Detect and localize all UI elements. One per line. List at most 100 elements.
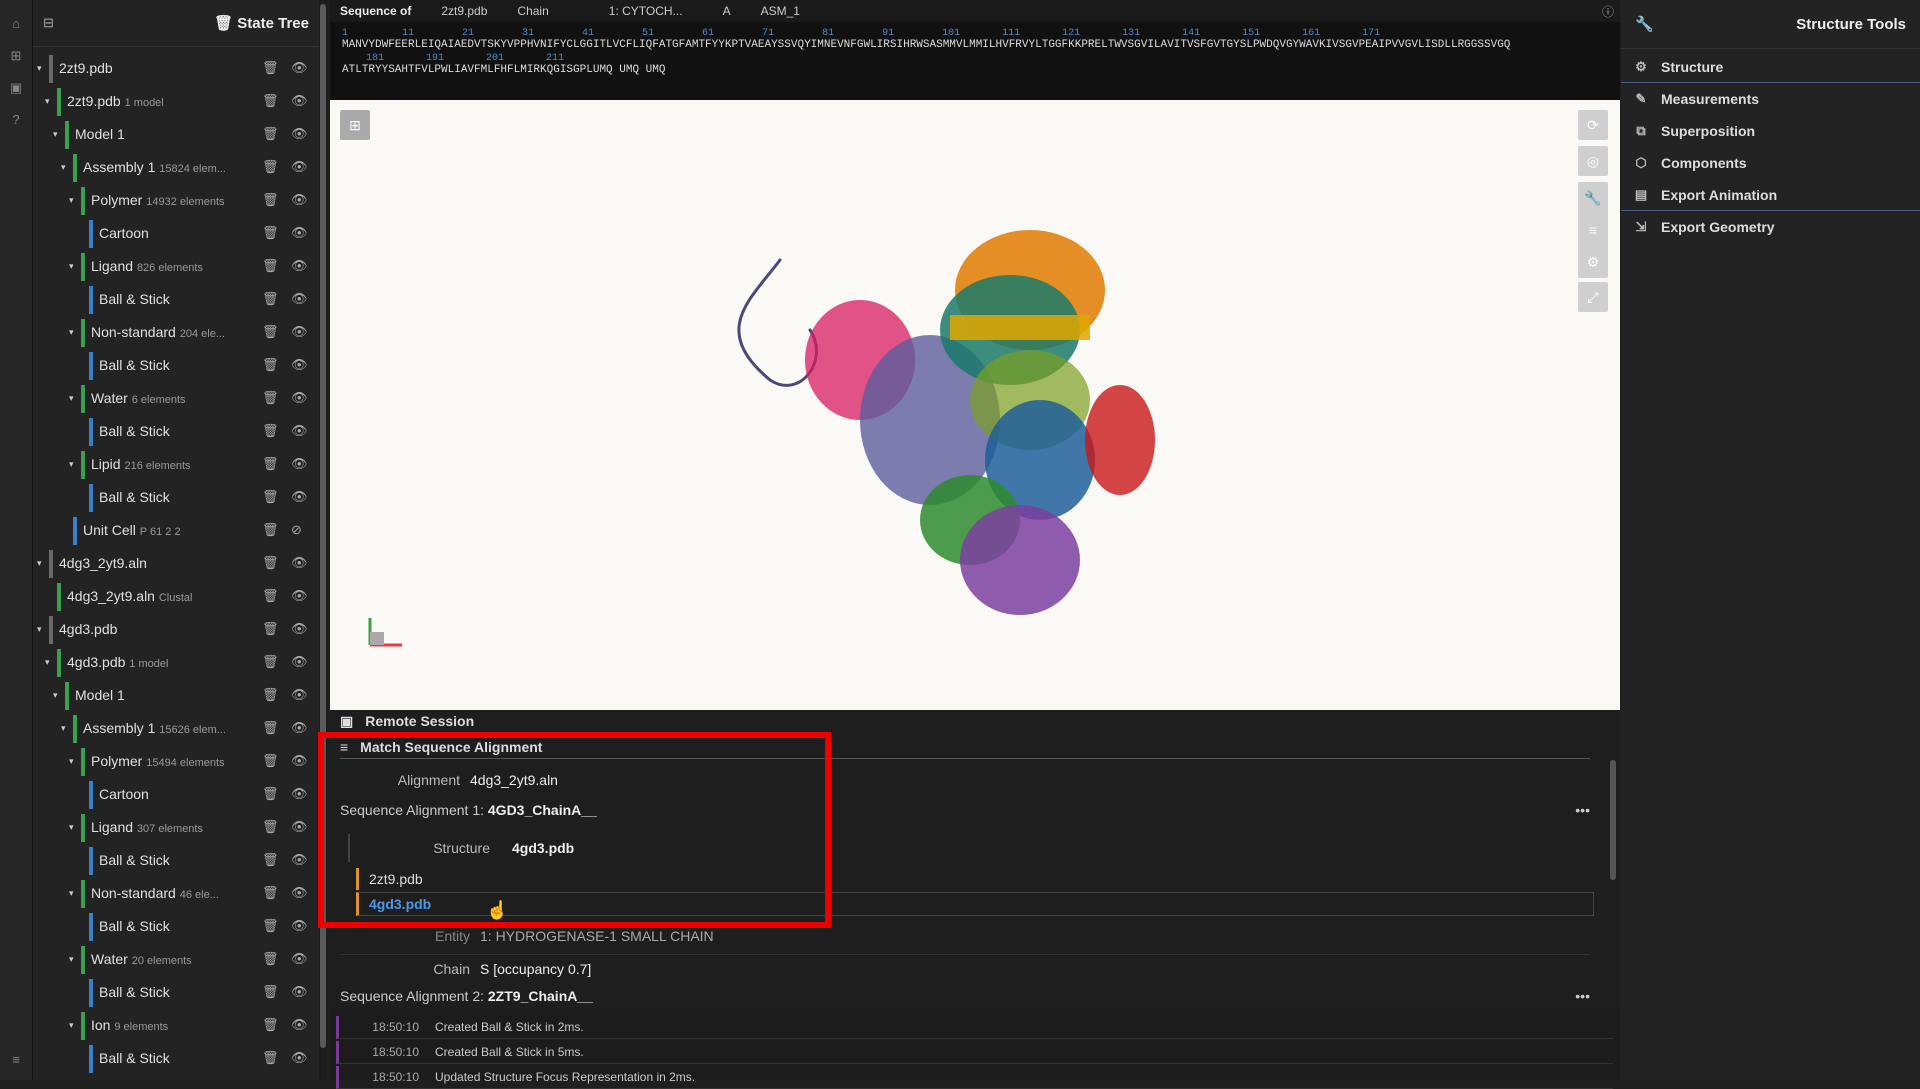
delete-icon[interactable]: 🗑 [262,159,279,175]
delete-icon[interactable]: 🗑 [262,93,279,109]
tree-node[interactable]: Ball & Stick 🗑 👁 [33,1042,319,1074]
sequence-view[interactable]: 1 11 21 31 41 51 61 71 81 91 101 111 121… [330,22,1620,100]
chevron-down-icon[interactable]: ▾ [61,162,66,173]
sequence-entity-select[interactable]: 1: CYTOCH... [609,4,683,18]
chevron-down-icon[interactable]: ▾ [45,657,50,668]
more-options-icon[interactable]: ••• [1575,802,1590,818]
tool-export-animation[interactable]: ▤ Export Animation [1621,179,1920,211]
sequence-structure-select[interactable]: 2zt9.pdb [441,4,487,18]
tree-node[interactable]: Ball & Stick 🗑 👁 [33,283,319,315]
chevron-down-icon[interactable]: ▾ [69,195,74,206]
tree-node[interactable]: ▾ 2zt9.pdb 1 model 🗑 👁 [33,85,319,117]
delete-icon[interactable]: 🗑 [262,357,279,373]
tool-measurements[interactable]: ✎ Measurements [1621,83,1920,114]
delete-icon[interactable]: 🗑 [262,489,279,505]
tree-node[interactable]: ▾ Polymer 14932 elements 🗑 👁 [33,184,319,216]
eye-icon[interactable]: 👁 [291,1050,309,1066]
tree-node[interactable]: Unit Cell P 61 2 2 🗑 ⊘ [33,514,319,546]
tree-node[interactable]: Ball & Stick 🗑 👁 [33,910,319,942]
sequence-alignment-2-row[interactable]: Sequence Alignment 2: 2ZT9_ChainA__ ••• [340,988,1590,1010]
remote-session-row[interactable]: ▣ Remote Session [340,710,474,732]
eye-icon[interactable]: 👁 [291,555,309,571]
chevron-down-icon[interactable]: ▾ [45,96,50,107]
tool-structure[interactable]: ⚙ Structure [1621,51,1920,83]
eye-icon[interactable]: 👁 [291,390,309,406]
eye-icon[interactable]: 👁 [291,753,309,769]
tree-node[interactable]: Ball & Stick 🗑 👁 [33,349,319,381]
delete-icon[interactable]: 🗑 [262,225,279,241]
delete-icon[interactable]: 🗑 [262,819,279,835]
eye-icon[interactable]: 👁 [291,159,309,175]
delete-icon[interactable]: 🗑 [262,588,279,604]
help-icon[interactable]: ? [8,112,24,128]
delete-icon[interactable]: 🗑 [262,918,279,934]
chevron-down-icon[interactable]: ▾ [53,129,58,140]
save-icon[interactable]: ▣ [8,80,24,96]
tree-node[interactable]: Ball & Stick 🗑 👁 [33,481,319,513]
chevron-down-icon[interactable]: ▾ [69,888,74,899]
delete-icon[interactable]: 🗑 [262,522,279,538]
eye-off-icon[interactable]: ⊘ [291,522,309,538]
eye-icon[interactable]: 👁 [291,1017,309,1033]
eye-icon[interactable]: 👁 [291,324,309,340]
eye-icon[interactable]: 👁 [291,423,309,439]
tree-node[interactable]: ▾ Non-standard 204 ele... 🗑 👁 [33,316,319,348]
delete-icon[interactable]: 🗑 [262,60,279,76]
eye-icon[interactable]: 👁 [291,588,309,604]
tree-node[interactable]: ▾ Non-standard 46 ele... 🗑 👁 [33,877,319,909]
tree-node[interactable]: ▾ Assembly 1 15824 elem... 🗑 👁 [33,151,319,183]
tree-node[interactable]: ▾ Model 1 🗑 👁 [33,679,319,711]
tool-superposition[interactable]: ⧉ Superposition [1621,115,1920,146]
eye-icon[interactable]: 👁 [291,456,309,472]
delete-icon[interactable]: 🗑 [262,852,279,868]
tree-node[interactable]: Ball & Stick 🗑 👁 [33,415,319,447]
protein-structure-render[interactable] [330,100,1620,710]
delete-icon[interactable]: 🗑 [262,687,279,703]
sequence-residues-2[interactable]: ATLTRYYSAHTFVLPWLIAVFMLFHFLMIRKQGISGPLUM… [342,64,1608,78]
eye-icon[interactable]: 👁 [291,786,309,802]
eye-icon[interactable]: 👁 [291,951,309,967]
eye-icon[interactable]: 👁 [291,192,309,208]
chevron-down-icon[interactable]: ▾ [69,261,74,272]
tree-node[interactable]: ▾ Assembly 1 15626 elem... 🗑 👁 [33,712,319,744]
tree-node[interactable]: ▾ 4gd3.pdb 🗑 👁 [33,613,319,645]
chevron-down-icon[interactable]: ▾ [61,723,66,734]
eye-icon[interactable]: 👁 [291,819,309,835]
delete-icon[interactable]: 🗑 [262,423,279,439]
tree-node[interactable]: ▾ Water 6 elements 🗑 👁 [33,382,319,414]
sequence-chain-select[interactable]: A [723,4,731,18]
entity-select[interactable]: 1: HYDROGENASE-1 SMALL CHAIN [480,928,714,944]
delete-icon[interactable]: 🗑 [262,258,279,274]
delete-icon[interactable]: 🗑 [262,324,279,340]
eye-icon[interactable]: 👁 [291,291,309,307]
tree-node[interactable]: ▾ Model 1 🗑 👁 [33,118,319,150]
delete-icon[interactable]: 🗑 [262,126,279,142]
eye-icon[interactable]: 👁 [291,984,309,1000]
eye-icon[interactable]: 👁 [291,60,309,76]
chevron-down-icon[interactable]: ▾ [53,690,58,701]
chevron-down-icon[interactable]: ▾ [69,954,74,965]
3d-viewport[interactable]: ⊞ ⟳ ◎ 🔧 ≡ ⚙ ⤢ [330,100,1620,710]
delete-icon[interactable]: 🗑 [262,456,279,472]
eye-icon[interactable]: 👁 [291,621,309,637]
panel-scrollbar[interactable] [1610,760,1616,880]
delete-icon[interactable]: 🗑 [262,885,279,901]
delete-icon[interactable]: 🗑 [262,951,279,967]
tree-node[interactable]: ▾ Polymer 15494 elements 🗑 👁 [33,745,319,777]
tree-node[interactable]: Cartoon 🗑 👁 [33,778,319,810]
eye-icon[interactable]: 👁 [291,720,309,736]
tree-node[interactable]: ▾ 4dg3_2yt9.aln 🗑 👁 [33,547,319,579]
eye-icon[interactable]: 👁 [291,93,309,109]
eye-icon[interactable]: 👁 [291,126,309,142]
help-circle-icon[interactable]: ⓘ [1602,3,1614,20]
delete-icon[interactable]: 🗑 [262,654,279,670]
tree-node[interactable]: ▾ Water 20 elements 🗑 👁 [33,943,319,975]
delete-icon[interactable]: 🗑 [262,786,279,802]
tree-node[interactable]: ▾ Ligand 307 elements 🗑 👁 [33,811,319,843]
delete-icon[interactable]: 🗑 [262,984,279,1000]
eye-icon[interactable]: 👁 [291,885,309,901]
sequence-mode-select[interactable]: Chain [517,4,548,18]
chevron-down-icon[interactable]: ▾ [69,756,74,767]
eye-icon[interactable]: 👁 [291,225,309,241]
tree-node[interactable]: Ball & Stick 🗑 👁 [33,844,319,876]
